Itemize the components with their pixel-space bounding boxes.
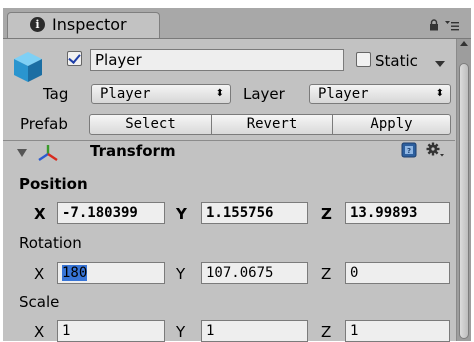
position-x-field[interactable]: -7.180399 [57, 202, 165, 224]
rotation-y-field[interactable]: 107.0675 [201, 262, 308, 284]
tag-dropdown-value: Player [100, 86, 151, 102]
gameobject-header: Player Static Tag Player ⬍ Layer Player … [3, 39, 455, 140]
position-y-label[interactable]: Y [176, 205, 187, 223]
rotation-y-label[interactable]: Y [176, 265, 185, 283]
gear-icon[interactable] [425, 141, 445, 159]
prefab-select-button[interactable]: Select [89, 114, 212, 135]
scrollbar-thumb[interactable] [459, 63, 469, 339]
component-title: Transform [90, 142, 176, 160]
transform-component: Transform ? Position X -7.180399 Y 1.155… [3, 141, 455, 342]
tab-inspector[interactable]: i Inspector [7, 12, 160, 38]
rotation-x-field[interactable]: 180 [57, 262, 165, 284]
cube-icon [14, 52, 42, 82]
vertical-scrollbar[interactable] [456, 39, 471, 341]
menu-icon[interactable] [445, 20, 459, 31]
position-y-field[interactable]: 1.155756 [201, 202, 308, 224]
inspector-window: i Inspector Player Static Tag Player ⬍ L… [3, 8, 471, 342]
scale-z-label[interactable]: Z [321, 323, 331, 341]
rotation-z-field[interactable]: 0 [345, 262, 450, 284]
static-label[interactable]: Static [375, 52, 418, 70]
scale-y-field[interactable]: 1 [201, 320, 308, 342]
scale-label: Scale [19, 293, 60, 311]
position-label: Position [19, 175, 88, 193]
position-z-label[interactable]: Z [321, 205, 332, 223]
scale-z-field[interactable]: 1 [345, 320, 450, 342]
prefab-label: Prefab [20, 115, 68, 133]
scale-y-label[interactable]: Y [176, 323, 185, 341]
scale-x-label[interactable]: X [34, 323, 44, 341]
tab-strip: i Inspector [3, 8, 471, 39]
lock-icon[interactable] [429, 19, 439, 31]
prefab-apply-button[interactable]: Apply [332, 114, 451, 135]
rotation-x-selected-text: 180 [62, 265, 88, 281]
active-checkbox[interactable] [67, 51, 82, 66]
rotation-x-label[interactable]: X [34, 265, 44, 283]
help-book-icon[interactable]: ? [401, 142, 417, 158]
updown-arrows-icon: ⬍ [215, 88, 224, 99]
updown-arrows-icon: ⬍ [435, 88, 444, 99]
svg-text:?: ? [407, 147, 411, 155]
tag-dropdown[interactable]: Player ⬍ [91, 84, 231, 104]
position-z-field[interactable]: 13.99893 [345, 202, 450, 224]
layer-dropdown-value: Player [318, 86, 369, 102]
layer-label: Layer [243, 85, 285, 103]
static-checkbox[interactable] [356, 52, 371, 67]
rotation-label: Rotation [19, 234, 82, 252]
scale-x-field[interactable]: 1 [57, 320, 165, 342]
rotation-z-label[interactable]: Z [321, 265, 331, 283]
tab-label: Inspector [52, 15, 127, 34]
layer-dropdown[interactable]: Player ⬍ [309, 84, 451, 104]
foldout-arrow-icon[interactable] [17, 149, 27, 157]
name-field[interactable]: Player [90, 49, 344, 71]
info-icon: i [30, 17, 45, 32]
static-dropdown-arrow-icon[interactable] [435, 61, 445, 67]
prefab-revert-button[interactable]: Revert [211, 114, 333, 135]
position-x-label[interactable]: X [34, 205, 46, 223]
tag-label: Tag [43, 85, 69, 103]
transform-axes-icon [38, 145, 58, 161]
scroll-up-arrow-icon[interactable] [460, 41, 468, 46]
